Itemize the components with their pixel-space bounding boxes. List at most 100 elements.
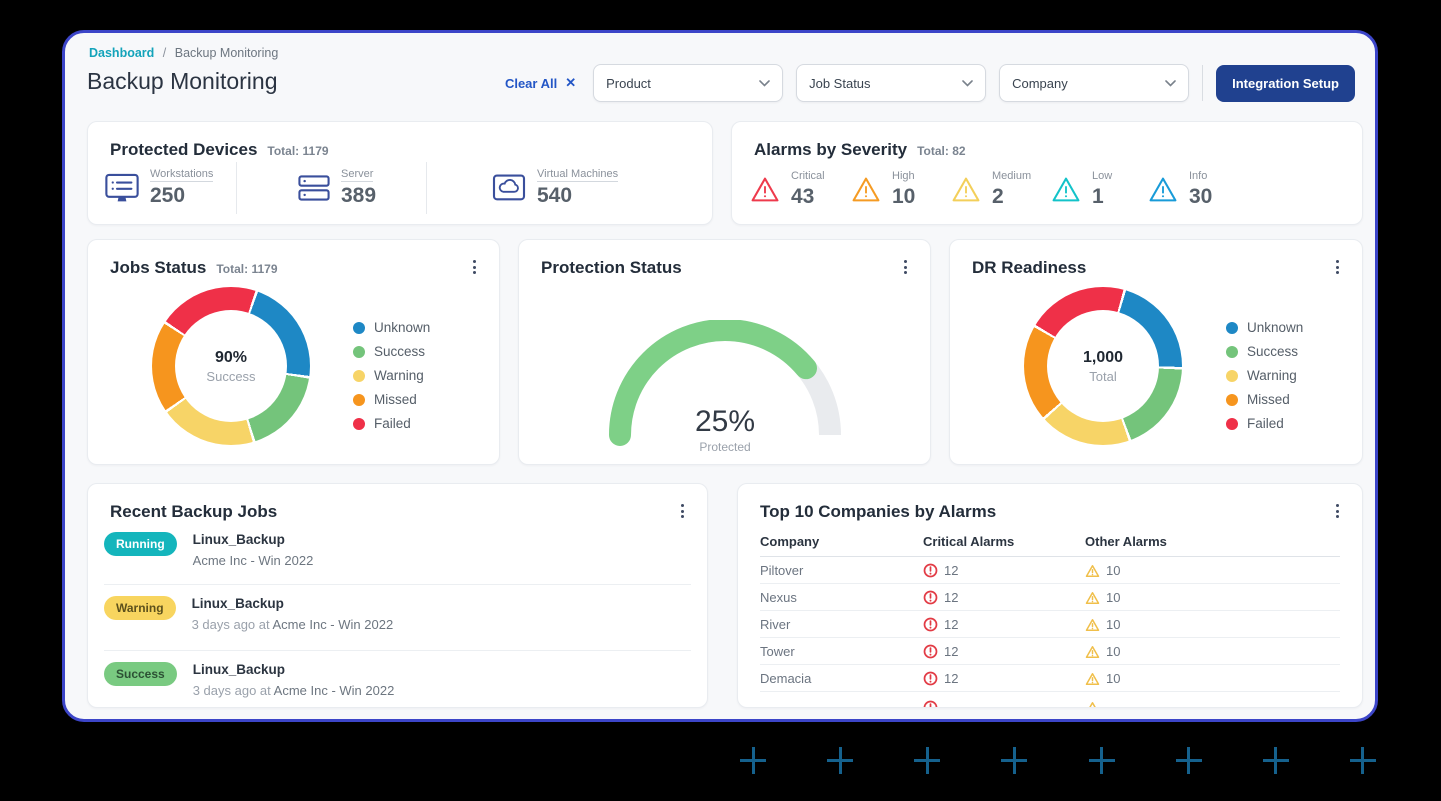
critical-count: 12 (944, 644, 958, 659)
job-time: 3 days ago at (193, 683, 274, 698)
company-cell: Tower (760, 644, 923, 659)
legend-dot (1226, 394, 1238, 406)
job-row[interactable]: Success Linux_Backup 3 days ago at Acme … (104, 662, 691, 698)
donut-center-value: 90% (215, 349, 247, 367)
legend-item: Missed (1226, 392, 1303, 407)
company-dropdown[interactable]: Company (999, 64, 1189, 102)
table-header: Company Critical Alarms Other Alarms (760, 534, 1340, 549)
stat-low: Low 1 (1050, 170, 1112, 209)
critical-alarm-icon (923, 671, 938, 686)
gauge-label: Protected (605, 440, 845, 454)
product-dropdown[interactable]: Product (593, 64, 783, 102)
stat-info: Info 30 (1147, 170, 1212, 209)
legend-dot (353, 346, 365, 358)
legend-item: Missed (353, 392, 430, 407)
server-icon (297, 173, 331, 203)
other-alarm-icon (1085, 618, 1100, 632)
legend-item: Unknown (353, 320, 430, 335)
alarm-label: High (892, 170, 915, 183)
gauge-value: 25% (605, 405, 845, 439)
jobs-status-card: Jobs Status Total: 1179 90% Success Unkn… (87, 239, 500, 465)
stat-label: Virtual Machines (537, 168, 618, 182)
legend-label: Warning (1247, 368, 1297, 383)
donut-center-label: Success (206, 369, 255, 384)
alarm-value: 2 (992, 185, 1031, 209)
workstation-icon (104, 173, 140, 203)
legend-item: Success (1226, 344, 1303, 359)
kebab-menu-icon[interactable] (467, 260, 481, 274)
stat-server: Server 389 (297, 168, 376, 208)
other-alarm-icon (1085, 645, 1100, 659)
legend-label: Warning (374, 368, 424, 383)
other-alarm-icon (1085, 591, 1100, 605)
legend-label: Unknown (374, 320, 430, 335)
plus-icon (740, 747, 766, 774)
company-cell: Demacia (760, 671, 923, 686)
job-row[interactable]: Warning Linux_Backup 3 days ago at Acme … (104, 596, 691, 632)
virtual-machines-icon (491, 173, 527, 203)
breadcrumb-current: Backup Monitoring (175, 46, 279, 60)
integration-setup-button[interactable]: Integration Setup (1216, 65, 1355, 102)
legend-dot (353, 322, 365, 334)
clear-all-button[interactable]: Clear All ✕ (505, 75, 576, 91)
clear-all-label: Clear All (505, 76, 557, 91)
plus-icon (1001, 747, 1027, 774)
kebab-menu-icon[interactable] (898, 260, 912, 274)
legend-label: Failed (1247, 416, 1284, 431)
job-status-dropdown[interactable]: Job Status (796, 64, 986, 102)
table-row[interactable]: Tower 12 10 (760, 643, 1340, 660)
other-count: 10 (1106, 671, 1120, 686)
plus-icon (1350, 747, 1376, 774)
critical-count: 12 (944, 617, 958, 632)
stat-workstations: Workstations 250 (104, 168, 213, 208)
table-row[interactable]: Demacia 12 10 (760, 670, 1340, 687)
table-row[interactable]: River 12 10 (760, 616, 1340, 633)
protection-gauge-chart: 25% Protected (605, 320, 845, 450)
table-row[interactable]: Nexus 12 10 (760, 589, 1340, 606)
donut-center-label: Total (1089, 369, 1116, 384)
column-company: Company (760, 534, 923, 549)
kebab-menu-icon[interactable] (1330, 504, 1344, 518)
filter-divider (1202, 65, 1203, 101)
card-total: Total: 1179 (267, 144, 328, 158)
breadcrumb-link-dashboard[interactable]: Dashboard (89, 46, 154, 60)
stat-medium: Medium 2 (950, 170, 1031, 209)
alarm-triangle-icon (1050, 175, 1082, 204)
job-time: 3 days ago at (192, 617, 273, 632)
critical-count: 12 (944, 671, 958, 686)
alarm-label: Critical (791, 170, 825, 183)
plus-icon (1176, 747, 1202, 774)
legend-item: Warning (353, 368, 430, 383)
job-row[interactable]: Running Linux_Backup Acme Inc - Win 2022 (104, 532, 691, 568)
table-row[interactable]: Piltover 12 10 (760, 562, 1340, 579)
job-target: Acme Inc - Win 2022 (274, 683, 395, 698)
job-name: Linux_Backup (193, 662, 395, 677)
table-divider (760, 583, 1340, 584)
legend-item: Failed (353, 416, 430, 431)
alarm-triangle-icon (850, 175, 882, 204)
company-cell: Nexus (760, 590, 923, 605)
table-divider (760, 610, 1340, 611)
alarm-value: 1 (1092, 185, 1112, 209)
card-title: Protected Devices (110, 140, 257, 160)
status-badge: Running (104, 532, 177, 556)
close-icon: ✕ (565, 75, 576, 91)
critical-count: 12 (944, 590, 958, 605)
critical-alarm-icon (923, 590, 938, 605)
chevron-down-icon (1165, 80, 1176, 87)
kebab-menu-icon[interactable] (675, 504, 689, 518)
stat-label: Workstations (150, 168, 213, 182)
legend-label: Failed (374, 416, 411, 431)
legend-item: Unknown (1226, 320, 1303, 335)
plus-icon (827, 747, 853, 774)
company-cell: River (760, 617, 923, 632)
legend-item: Success (353, 344, 430, 359)
company-dropdown-label: Company (1012, 76, 1068, 91)
jobs-status-donut-chart: 90% Success (152, 287, 310, 445)
critical-alarm-icon (923, 700, 938, 708)
legend-dot (353, 370, 365, 382)
legend-dot (353, 394, 365, 406)
top-companies-card: Top 10 Companies by Alarms Company Criti… (737, 483, 1363, 708)
legend-item: Warning (1226, 368, 1303, 383)
kebab-menu-icon[interactable] (1330, 260, 1344, 274)
